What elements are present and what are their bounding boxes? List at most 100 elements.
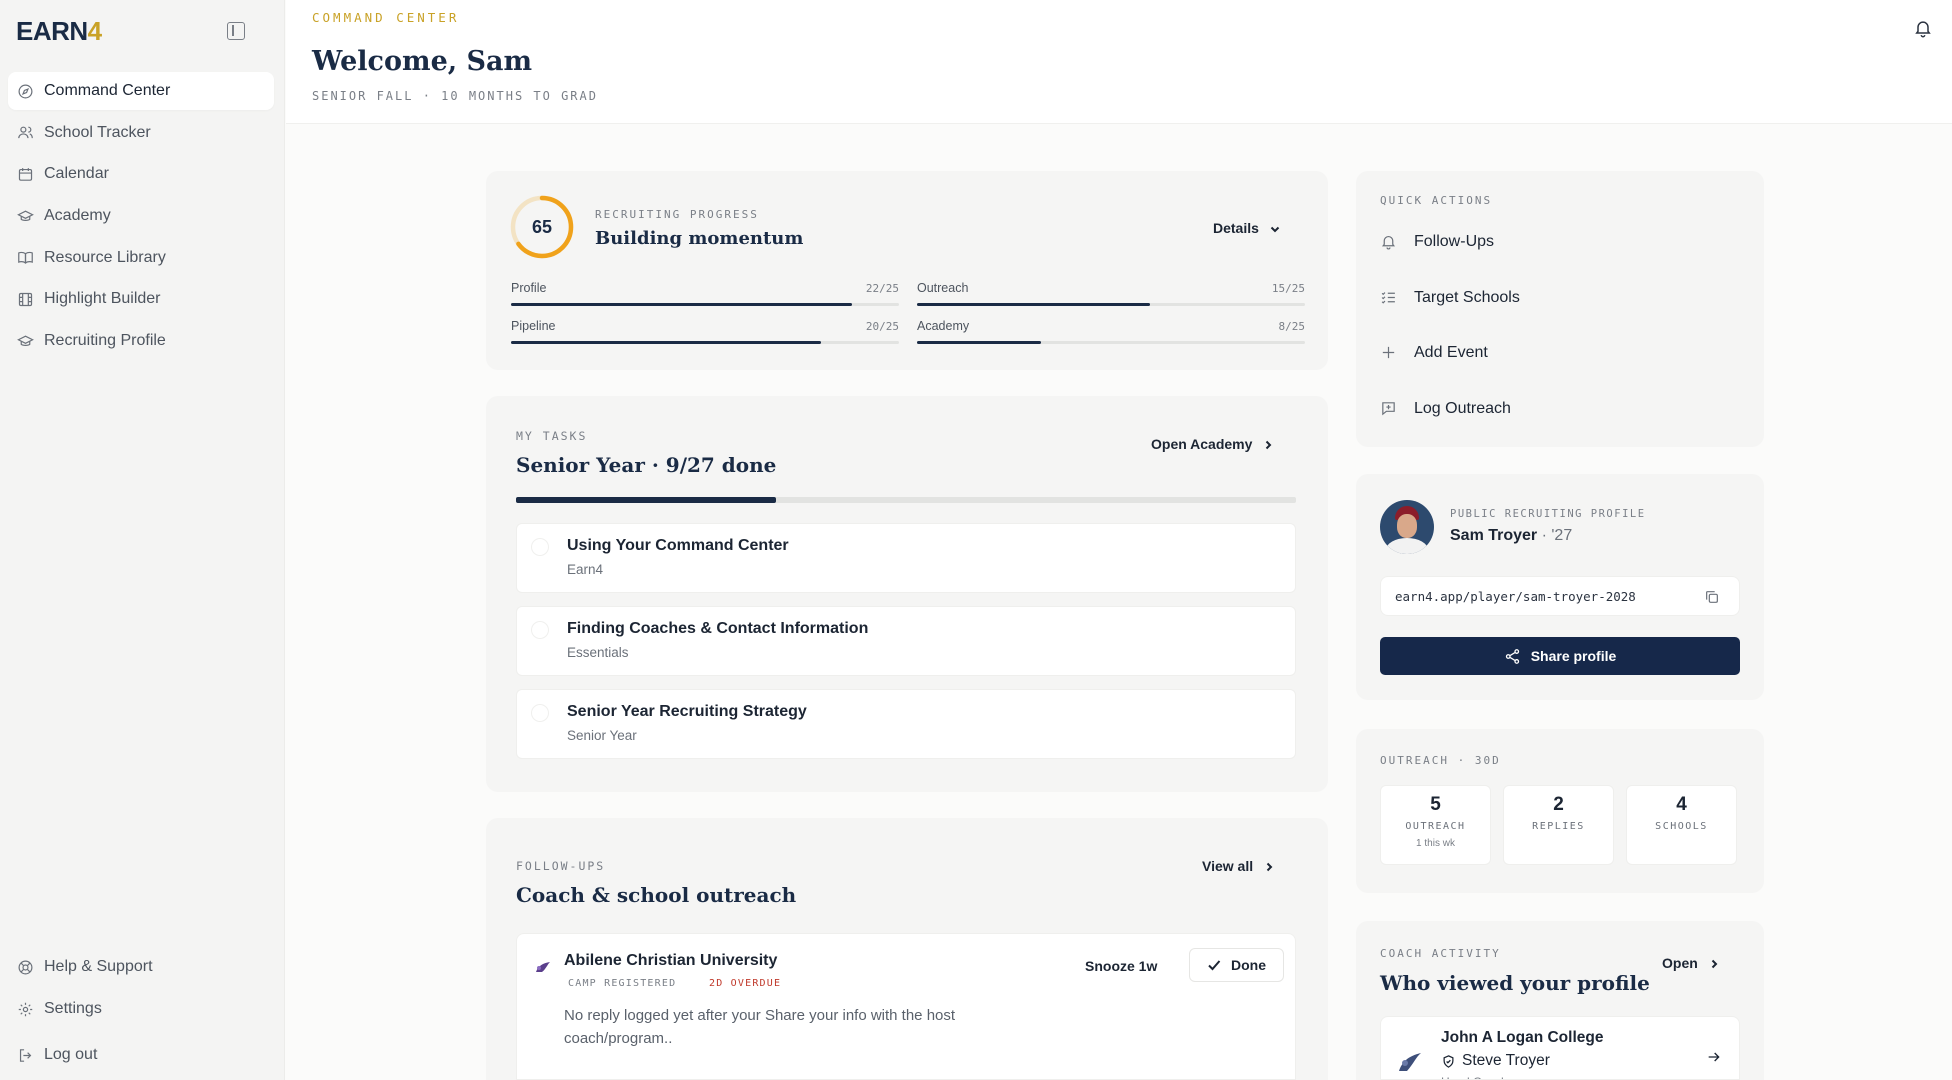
graduation-cap-icon: [16, 207, 34, 225]
progress-status: Building momentum: [595, 228, 804, 249]
profile-name: Sam Troyer: [1450, 527, 1538, 544]
quick-action-log-outreach[interactable]: Log Outreach: [1380, 400, 1511, 418]
bar-track: [511, 303, 899, 306]
bar-value: 20/25: [865, 320, 899, 333]
coach-activity-open-link[interactable]: Open: [1662, 955, 1720, 971]
compass-icon: [16, 82, 34, 100]
sidebar-nav: Command Center School Tracker Calendar A…: [8, 72, 274, 364]
followup-description: No reply logged yet after your Share you…: [564, 1007, 956, 1047]
public-profile-card: PUBLIC RECRUITING PROFILE Sam Troyer · '…: [1356, 474, 1764, 700]
task-subtitle: Senior Year: [567, 728, 637, 743]
sidebar-item-help-support[interactable]: Help & Support: [8, 948, 274, 986]
sidebar-item-label: Academy: [44, 207, 111, 225]
stat-outreach: 5 OUTREACH 1 this wk: [1380, 785, 1491, 865]
sidebar-item-recruiting-profile[interactable]: Recruiting Profile: [8, 322, 274, 360]
stat-schools: 4 SCHOOLS: [1626, 785, 1737, 865]
calendar-icon: [16, 165, 34, 183]
sidebar-item-label: Help & Support: [44, 958, 153, 975]
bar-value: 22/25: [865, 282, 899, 295]
quick-action-add-event[interactable]: Add Event: [1380, 344, 1488, 362]
sidebar-item-command-center[interactable]: Command Center: [8, 72, 274, 110]
arrow-right-icon[interactable]: [1706, 1049, 1722, 1065]
sidebar-item-label: Recruiting Profile: [44, 332, 166, 350]
sidebar-item-label: Resource Library: [44, 248, 166, 266]
quick-action-target-schools[interactable]: Target Schools: [1380, 289, 1520, 307]
bar-fill-pipeline: [511, 341, 822, 344]
share-profile-button[interactable]: Share profile: [1380, 637, 1740, 675]
quick-action-label: Log Outreach: [1414, 400, 1511, 417]
earn4-logo[interactable]: EARN4: [16, 16, 102, 47]
sidebar: EARN4 Command Center School Tracker Cale…: [0, 0, 285, 1080]
task-checkbox[interactable]: [531, 704, 549, 722]
copy-icon[interactable]: [1704, 589, 1720, 605]
message-plus-icon: [1380, 400, 1398, 418]
followup-item[interactable]: Abilene Christian University CAMP REGIST…: [516, 933, 1296, 1080]
outreach-label: OUTREACH · 30D: [1380, 754, 1501, 767]
stat-replies: 2 REPLIES: [1503, 785, 1614, 865]
chevron-right-icon: [1263, 860, 1275, 872]
sidebar-item-school-tracker[interactable]: School Tracker: [8, 114, 274, 152]
bar-track: [917, 303, 1305, 306]
profile-label: PUBLIC RECRUITING PROFILE: [1450, 508, 1646, 520]
check-icon: [1208, 960, 1221, 971]
followup-tag-overdue: 2D OVERDUE: [709, 978, 782, 989]
bar-label: Academy: [917, 319, 970, 333]
film-icon: [16, 290, 34, 308]
life-buoy-icon: [16, 958, 34, 976]
bar-fill-outreach: [917, 303, 1150, 306]
list-checks-icon: [1380, 289, 1398, 307]
sidebar-item-academy[interactable]: Academy: [8, 197, 274, 235]
sidebar-item-label: Highlight Builder: [44, 290, 161, 308]
snooze-button[interactable]: Snooze 1w: [1085, 958, 1157, 974]
share-icon: [1505, 648, 1519, 664]
details-dropdown[interactable]: Details: [1213, 220, 1281, 236]
task-item[interactable]: Senior Year Recruiting Strategy Senior Y…: [516, 689, 1296, 759]
followups-label: FOLLOW-UPS: [516, 859, 606, 873]
avatar[interactable]: [1380, 500, 1434, 554]
recruiting-progress-card: 65 RECRUITING PROGRESS Building momentum…: [486, 171, 1328, 370]
task-title: Finding Coaches & Contact Information: [567, 620, 869, 637]
profile-url: earn4.app/player/sam-troyer-2028: [1395, 589, 1636, 604]
stat-value: 5: [1430, 794, 1441, 815]
task-subtitle: Earn4: [567, 562, 604, 577]
college-logo-icon: [1399, 1053, 1421, 1071]
view-all-link[interactable]: View all: [1202, 858, 1275, 874]
follow-ups-card: FOLLOW-UPS Coach & school outreach View …: [486, 818, 1328, 1080]
bar-label: Outreach: [917, 281, 969, 295]
sidebar-collapse-icon[interactable]: [227, 22, 245, 40]
quick-action-follow-ups[interactable]: Follow-Ups: [1380, 233, 1494, 251]
task-checkbox[interactable]: [531, 538, 549, 556]
bar-label: Profile: [511, 281, 547, 295]
profile-url-field[interactable]: earn4.app/player/sam-troyer-2028: [1380, 576, 1740, 616]
coach-role: Head Coach: [1441, 1075, 1508, 1079]
coach-name-row: Steve Troyer: [1441, 1052, 1550, 1070]
bell-icon: [1380, 233, 1398, 251]
details-label: Details: [1213, 220, 1259, 236]
task-subtitle: Essentials: [567, 645, 629, 660]
bar-fill-academy: [917, 341, 1042, 344]
stat-sub: 1 this wk: [1416, 838, 1455, 849]
bar-value: 8/25: [1278, 320, 1306, 333]
bell-icon[interactable]: [1913, 18, 1935, 40]
task-item[interactable]: Finding Coaches & Contact Information Es…: [516, 606, 1296, 676]
task-checkbox[interactable]: [531, 621, 549, 639]
sidebar-item-resource-library[interactable]: Resource Library: [8, 239, 274, 277]
profile-year: · '27: [1537, 527, 1573, 544]
bar-track: [511, 341, 899, 344]
chevron-right-icon: [1708, 957, 1720, 969]
share-profile-label: Share profile: [1530, 648, 1617, 664]
page-eyebrow: COMMAND CENTER: [312, 10, 460, 25]
sidebar-item-label: School Tracker: [44, 123, 151, 141]
sidebar-item-calendar[interactable]: Calendar: [8, 155, 274, 193]
progress-label: RECRUITING PROGRESS: [595, 208, 759, 221]
sidebar-item-logout[interactable]: Log out: [8, 1036, 274, 1074]
sidebar-item-settings[interactable]: Settings: [8, 990, 274, 1028]
coach-activity-title: Who viewed your profile: [1380, 971, 1650, 995]
done-button[interactable]: Done: [1189, 948, 1284, 982]
quick-action-label: Follow-Ups: [1414, 233, 1495, 250]
sidebar-item-highlight-builder[interactable]: Highlight Builder: [8, 280, 274, 318]
chevron-down-icon: [1269, 222, 1281, 234]
task-item[interactable]: Using Your Command Center Earn4: [516, 523, 1296, 593]
open-academy-link[interactable]: Open Academy: [1151, 436, 1274, 452]
coach-view-item[interactable]: John A Logan College Steve Troyer Head C…: [1380, 1016, 1740, 1080]
